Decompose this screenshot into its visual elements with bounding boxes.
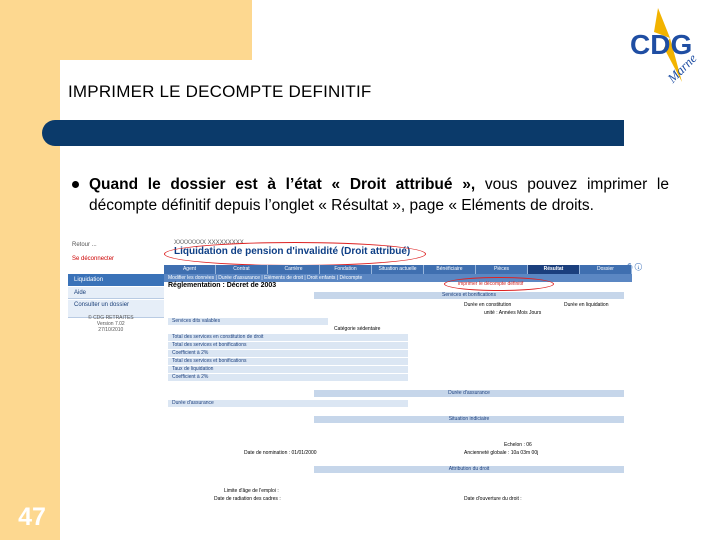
bullet-bold-part: Quand le dossier est à l’état « Droit at…: [89, 176, 476, 193]
anciennete: Ancienneté globale : 10a 03m 00j: [464, 450, 539, 456]
reglementation-label: Réglementation : Décret de 2003: [168, 282, 277, 289]
sidebar-item-liquidation[interactable]: Liquidation: [68, 274, 164, 286]
section-situation: Situation indiciaire: [314, 416, 624, 423]
print-decompte-link[interactable]: imprimer le décompte définitif: [458, 281, 523, 287]
slide-number: 47: [18, 503, 46, 531]
subtab-bar[interactable]: Modifier les données | Durée d'assurance…: [164, 274, 632, 282]
duree-liquidation: Durée en liquidation: [564, 302, 609, 308]
bullet-icon: [72, 181, 79, 188]
left-decor-band: [0, 0, 60, 540]
tab-bar: Agent Contrat Carrière Fondation Situati…: [164, 265, 632, 274]
top-decor-band: [0, 0, 252, 60]
unite-label: unité : Années Mois Jours: [484, 310, 542, 316]
row-services-valables: Services dits valables: [168, 318, 328, 325]
row-total-services: Total des services et bonifications: [168, 342, 408, 349]
tab-dossier[interactable]: Dossier: [580, 265, 632, 274]
tab-pieces[interactable]: Pièces: [476, 265, 528, 274]
row-coefficient-2: Coefficient à 2%: [168, 374, 408, 381]
row-total-constitution: Total des services en constitution de dr…: [168, 334, 408, 341]
embedded-screenshot: Retour ... Se déconnecter Liquidation Ai…: [68, 238, 656, 502]
row-coefficient: Coefficient à 2%: [168, 350, 408, 357]
tab-situation[interactable]: Situation actuelle: [372, 265, 424, 274]
sidebar-footer: © CDG RETRAITES Version 7.02 27/10/2010: [88, 315, 134, 333]
section-attribution: Attribution du droit: [314, 466, 624, 473]
row-total-bonifications: Total des services et bonifications: [168, 358, 408, 365]
slide-title: IMPRIMER LE DECOMPTE DEFINITIF: [68, 82, 372, 101]
highlight-oval-heading: [164, 242, 426, 266]
tab-agent[interactable]: Agent: [164, 265, 216, 274]
date-radiation: Date de radiation des cadres :: [214, 496, 281, 502]
limite-age: Limite d'âge de l'emploi :: [224, 488, 279, 494]
categorie-label: Catégorie sédentaire: [334, 326, 381, 332]
duree-constitution: Durée en constitution: [464, 302, 512, 308]
sidebar-item-aide[interactable]: Aide: [68, 287, 164, 299]
sidebar-top-text: Retour ...: [72, 242, 97, 248]
logout-link[interactable]: Se déconnecter: [72, 256, 114, 262]
screenshot-sidebar: Retour ... Se déconnecter Liquidation Ai…: [68, 238, 164, 502]
section-services: Services et bonifications: [314, 292, 624, 299]
tab-carriere[interactable]: Carrière: [268, 265, 320, 274]
footer-line: 27/10/2010: [98, 327, 124, 333]
sidebar-menu: Liquidation Aide Consulter un dossier: [68, 274, 164, 319]
tab-beneficiaire[interactable]: Bénéficiaire: [424, 265, 476, 274]
row-taux-liquidation: Taux de liquidation: [168, 366, 408, 373]
cdg-logo: CDG Marne: [630, 8, 700, 86]
section-duree-assurance: Durée d'assurance: [314, 390, 624, 397]
row-duree-assurance: Durée d'assurance: [168, 400, 408, 407]
date-ouverture: Date d'ouverture du droit :: [464, 496, 522, 502]
echelon: Echelon : 06: [504, 442, 532, 448]
tab-contrat[interactable]: Contrat: [216, 265, 268, 274]
title-bar: [42, 120, 624, 146]
screenshot-main: XXXXXXXX XXXXXXXXX Liquidation de pensio…: [164, 238, 656, 502]
tab-fondation[interactable]: Fondation: [320, 265, 372, 274]
tab-resultat[interactable]: Résultat: [528, 265, 580, 274]
bullet-text: Quand le dossier est à l’état « Droit at…: [89, 174, 669, 216]
date-nomination: Date de nomination : 01/01/2000: [244, 450, 317, 456]
